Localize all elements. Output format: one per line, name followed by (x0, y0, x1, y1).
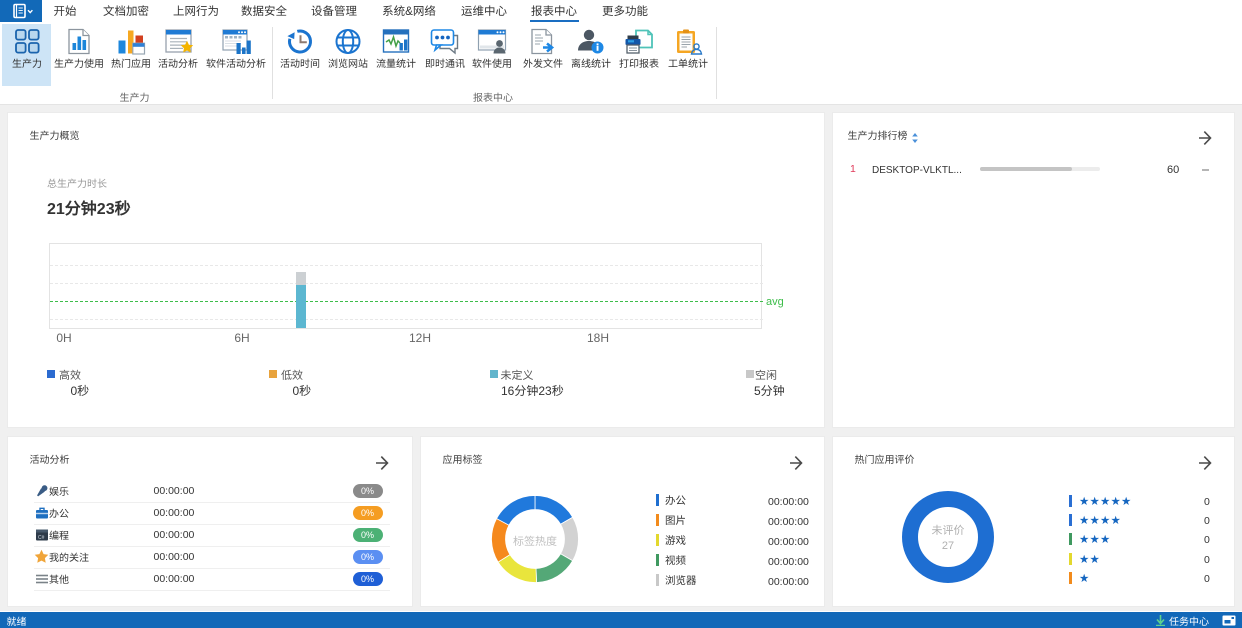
svg-text:C#: C# (38, 535, 45, 541)
